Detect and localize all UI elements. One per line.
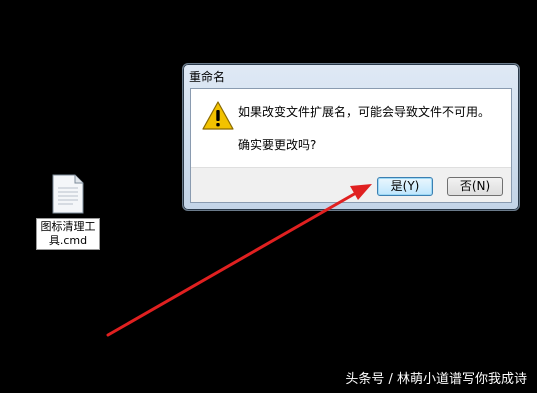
file-name-label[interactable]: 图标清理工 具.cmd: [36, 218, 100, 250]
rename-dialog: 重命名 如果改变文件扩展名，可能会导致文件不可用。 确实要更改吗? 是(Y) 否…: [182, 63, 520, 211]
yes-button[interactable]: 是(Y): [377, 177, 433, 196]
file-icon: [51, 174, 85, 214]
confirm-question: 确实要更改吗?: [238, 138, 317, 152]
watermark: 头条号 / 林萌小道谱写你我成诗: [345, 372, 527, 387]
button-bar: 是(Y) 否(N): [191, 167, 511, 202]
file-name-line2: 具.cmd: [48, 234, 88, 247]
no-button[interactable]: 否(N): [447, 177, 503, 196]
dialog-title[interactable]: 重命名: [189, 68, 225, 86]
dialog-content: 如果改变文件扩展名，可能会导致文件不可用。 确实要更改吗? 是(Y) 否(N): [190, 88, 512, 203]
file-name-line1: 图标清理工: [40, 220, 96, 233]
warning-message: 如果改变文件扩展名，可能会导致文件不可用。: [238, 105, 491, 119]
desktop-file-icon[interactable]: 图标清理工 具.cmd: [36, 174, 102, 254]
warning-icon: [202, 101, 234, 131]
message-area: 如果改变文件扩展名，可能会导致文件不可用。 确实要更改吗?: [191, 89, 511, 167]
